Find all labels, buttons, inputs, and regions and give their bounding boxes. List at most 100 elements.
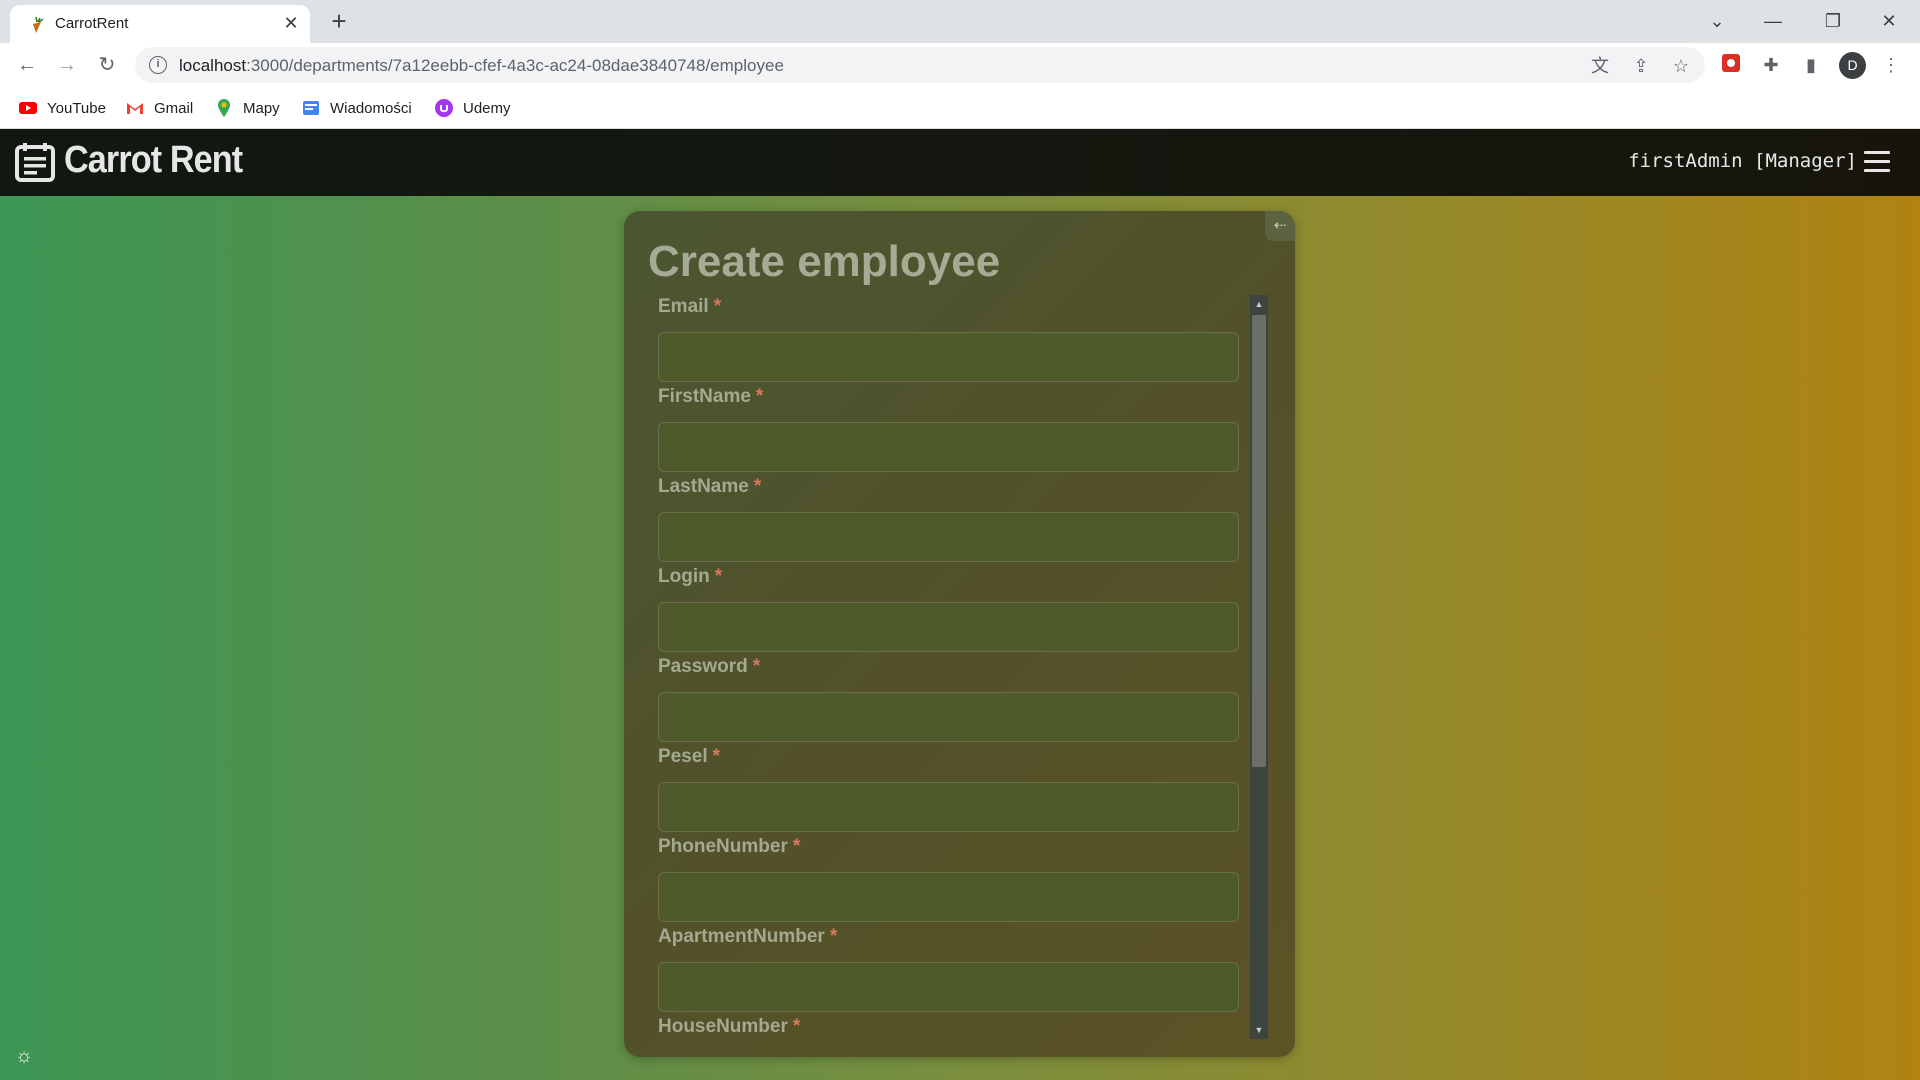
- lastname-input[interactable]: [658, 512, 1239, 562]
- extensions-puzzle-icon[interactable]: ✚: [1758, 52, 1784, 78]
- calendar-logo-icon[interactable]: [14, 141, 56, 183]
- bookmark-label: Udemy: [463, 99, 511, 117]
- field-label-text: PhoneNumber: [658, 836, 788, 857]
- current-user-label: firstAdmin [Manager]: [1628, 150, 1857, 172]
- apartmentnumber-field: ApartmentNumber *: [658, 926, 1239, 1012]
- browser-tab-strip: CarrotRent ✕ + ⌄ — ❐ ✕: [0, 0, 1920, 43]
- bookmark-mapy[interactable]: Mapy: [214, 97, 280, 119]
- minimize-icon[interactable]: —: [1750, 5, 1796, 37]
- field-label-text: Password: [658, 656, 748, 677]
- scrollbar-thumb[interactable]: [1252, 315, 1266, 767]
- field-label-text: LastName: [658, 476, 749, 497]
- side-panel-icon[interactable]: ▮: [1798, 52, 1824, 78]
- field-label-text: HouseNumber: [658, 1016, 788, 1037]
- bookmark-label: Gmail: [154, 99, 194, 117]
- scroll-up-arrow-icon[interactable]: ▲: [1250, 295, 1268, 313]
- forward-icon[interactable]: →: [52, 50, 82, 80]
- new-tab-button[interactable]: +: [325, 8, 353, 36]
- translate-icon[interactable]: 文: [1588, 54, 1612, 78]
- required-mark: *: [753, 476, 762, 497]
- restore-icon[interactable]: ❐: [1810, 5, 1856, 37]
- bookmark-youtube[interactable]: YouTube: [18, 97, 106, 119]
- bookmark-wiadomosci[interactable]: Wiadomości: [301, 97, 412, 119]
- field-label: ApartmentNumber *: [658, 926, 1239, 954]
- required-mark: *: [713, 296, 722, 317]
- app-header: Carrot Rent firstAdmin [Manager]: [0, 129, 1920, 196]
- browser-tab[interactable]: CarrotRent ✕: [10, 5, 310, 43]
- carrot-favicon-icon: [33, 16, 44, 33]
- tab-search-icon[interactable]: ⌄: [1694, 5, 1740, 37]
- panel-title: Create employee: [648, 237, 1001, 286]
- required-mark: *: [755, 386, 764, 407]
- field-label-text: Email: [658, 296, 709, 317]
- phonenumber-input[interactable]: [658, 872, 1239, 922]
- browser-menu-icon[interactable]: ⋮: [1878, 52, 1904, 78]
- bookmarks-bar: YouTube Gmail Mapy Wiadomości Udemy: [0, 87, 1920, 129]
- extension-red-glyph: [1722, 54, 1740, 72]
- gmail-icon: [127, 103, 143, 114]
- share-icon[interactable]: ⇪: [1629, 54, 1653, 78]
- back-icon[interactable]: ←: [12, 50, 42, 80]
- maps-icon: [218, 99, 230, 117]
- password-field: Password *: [658, 656, 1239, 742]
- site-info-icon[interactable]: i: [149, 56, 167, 74]
- pesel-field: Pesel *: [658, 746, 1239, 832]
- news-icon: [303, 101, 319, 115]
- bookmark-label: YouTube: [47, 99, 106, 117]
- browser-toolbar: ← → ↻ i localhost:3000/departments/7a12e…: [0, 43, 1920, 87]
- url-host: localhost: [179, 56, 247, 75]
- field-label: Pesel *: [658, 746, 1239, 774]
- field-label: LastName *: [658, 476, 1239, 504]
- login-input[interactable]: [658, 602, 1239, 652]
- create-employee-panel: ⇠ Create employee Email * FirstName * Last…: [624, 211, 1295, 1057]
- apartmentnumber-input[interactable]: [658, 962, 1239, 1012]
- bookmark-star-icon[interactable]: ☆: [1669, 54, 1693, 78]
- field-label: Login *: [658, 566, 1239, 594]
- field-label: PhoneNumber *: [658, 836, 1239, 864]
- required-mark: *: [829, 926, 838, 947]
- field-label: Email *: [658, 296, 1239, 324]
- sun-theme-toggle-icon[interactable]: ☼: [12, 1044, 36, 1068]
- email-input[interactable]: [658, 332, 1239, 382]
- required-mark: *: [792, 1016, 801, 1037]
- phonenumber-field: PhoneNumber *: [658, 836, 1239, 922]
- field-label: FirstName *: [658, 386, 1239, 414]
- form-scrollbar[interactable]: ▲ ▼: [1250, 295, 1268, 1039]
- profile-avatar[interactable]: D: [1839, 52, 1866, 79]
- app-page: Carrot Rent firstAdmin [Manager] ⇠ Creat…: [0, 129, 1920, 1080]
- login-field: Login *: [658, 566, 1239, 652]
- required-mark: *: [752, 656, 761, 677]
- url-text[interactable]: localhost:3000/departments/7a12eebb-cfef…: [179, 56, 784, 76]
- youtube-icon: [19, 102, 37, 114]
- firstname-input[interactable]: [658, 422, 1239, 472]
- form-scroll-area[interactable]: Email * FirstName * LastName * Login * Passw…: [624, 296, 1295, 1041]
- address-bar[interactable]: i localhost:3000/departments/7a12eebb-cf…: [135, 47, 1705, 83]
- brand-title[interactable]: Carrot Rent: [64, 139, 243, 182]
- lastname-field: LastName *: [658, 476, 1239, 562]
- bookmark-gmail[interactable]: Gmail: [125, 97, 193, 119]
- hamburger-menu-icon[interactable]: [1864, 151, 1890, 173]
- bookmark-udemy[interactable]: Udemy: [434, 97, 511, 119]
- scroll-down-arrow-icon[interactable]: ▼: [1250, 1021, 1268, 1039]
- collapse-arrow-icon[interactable]: ⇠: [1265, 211, 1295, 241]
- close-tab-icon[interactable]: ✕: [280, 12, 302, 34]
- reload-icon[interactable]: ↻: [92, 50, 122, 80]
- field-label-text: Pesel: [658, 746, 708, 767]
- field-label: Password *: [658, 656, 1239, 684]
- email-field: Email *: [658, 296, 1239, 382]
- housenumber-field: HouseNumber *: [658, 1016, 1239, 1041]
- udemy-icon: [435, 99, 453, 117]
- required-mark: *: [792, 836, 801, 857]
- pesel-input[interactable]: [658, 782, 1239, 832]
- field-label: HouseNumber *: [658, 1016, 1239, 1041]
- bookmark-label: Wiadomości: [330, 99, 412, 117]
- extension-red-icon[interactable]: [1718, 52, 1744, 78]
- required-mark: *: [712, 746, 721, 767]
- password-input[interactable]: [658, 692, 1239, 742]
- bookmark-label: Mapy: [243, 99, 280, 117]
- field-label-text: FirstName: [658, 386, 751, 407]
- field-label-text: Login: [658, 566, 710, 587]
- firstname-field: FirstName *: [658, 386, 1239, 472]
- field-label-text: ApartmentNumber: [658, 926, 825, 947]
- close-window-icon[interactable]: ✕: [1866, 5, 1912, 37]
